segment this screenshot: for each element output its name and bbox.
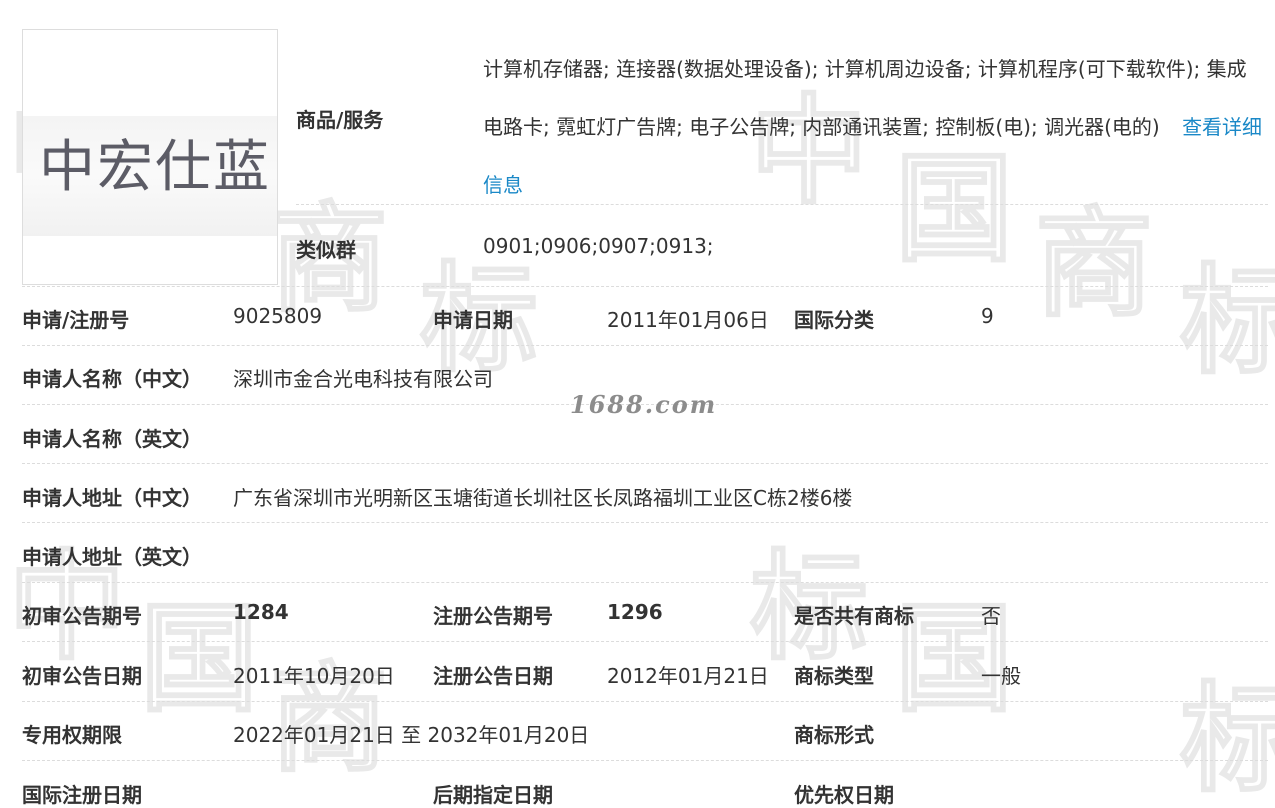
exclusive-right-period-value: 2022年01月21日 至 2032年01月20日 (233, 723, 590, 747)
divider (22, 522, 1268, 523)
goods-services-text: 计算机存储器; 连接器(数据处理设备); 计算机周边设备; 计算机程序(可下载软… (483, 57, 1247, 139)
trademark-type-label: 商标类型 (794, 664, 874, 688)
applicant-name-cn-value: 深圳市金合光电科技有限公司 (233, 367, 493, 391)
application-date-value: 2011年01月06日 (607, 308, 769, 332)
registration-gazette-issue-label: 注册公告期号 (433, 604, 553, 628)
goods-services-label: 商品/服务 (296, 108, 384, 132)
registration-gazette-issue-value: 1296 (607, 600, 663, 624)
divider (22, 463, 1268, 464)
trademark-form-label: 商标形式 (794, 723, 874, 747)
divider (22, 345, 1268, 346)
divider (22, 641, 1268, 642)
application-date-label: 申请日期 (433, 308, 513, 332)
registration-gazette-date-value: 2012年01月21日 (607, 664, 769, 688)
divider (22, 286, 1268, 287)
similar-group-value: 0901;0906;0907;0913; (483, 234, 714, 258)
similar-group-label: 类似群 (296, 238, 356, 262)
preliminary-gazette-issue-label: 初审公告期号 (22, 604, 142, 628)
trademark-detail: 中宏仕蓝 商品/服务 计算机存储器; 连接器(数据处理设备); 计算机周边设备;… (0, 0, 1275, 807)
registration-gazette-date-label: 注册公告日期 (433, 664, 553, 688)
applicant-address-cn-label: 申请人地址（中文） (22, 486, 202, 510)
divider (296, 204, 1268, 205)
application-number-value: 9025809 (233, 304, 323, 328)
preliminary-gazette-issue-value: 1284 (233, 600, 289, 624)
applicant-name-cn-label: 申请人名称（中文） (22, 367, 202, 391)
trademark-image: 中宏仕蓝 (22, 29, 278, 285)
shared-trademark-label: 是否共有商标 (794, 604, 914, 628)
preliminary-gazette-date-value: 2011年10月20日 (233, 664, 395, 688)
site-watermark: 1688.com (570, 390, 718, 419)
applicant-address-cn-value: 广东省深圳市光明新区玉塘街道长圳社区长凤路福圳工业区C栋2楼6楼 (233, 486, 853, 510)
divider (22, 701, 1268, 702)
goods-services-value: 计算机存储器; 连接器(数据处理设备); 计算机周边设备; 计算机程序(可下载软… (483, 40, 1263, 214)
divider (22, 582, 1268, 583)
trademark-type-value: 一般 (981, 664, 1021, 688)
shared-trademark-value: 否 (981, 604, 1001, 628)
divider (22, 760, 1268, 761)
preliminary-gazette-date-label: 初审公告日期 (22, 664, 142, 688)
international-class-label: 国际分类 (794, 308, 874, 332)
application-number-label: 申请/注册号 (22, 308, 130, 332)
exclusive-right-period-label: 专用权期限 (22, 723, 122, 747)
international-class-value: 9 (981, 304, 994, 328)
applicant-name-en-label: 申请人名称（英文） (22, 427, 202, 451)
trademark-image-text: 中宏仕蓝 (39, 135, 271, 200)
applicant-address-en-label: 申请人地址（英文） (22, 545, 202, 569)
